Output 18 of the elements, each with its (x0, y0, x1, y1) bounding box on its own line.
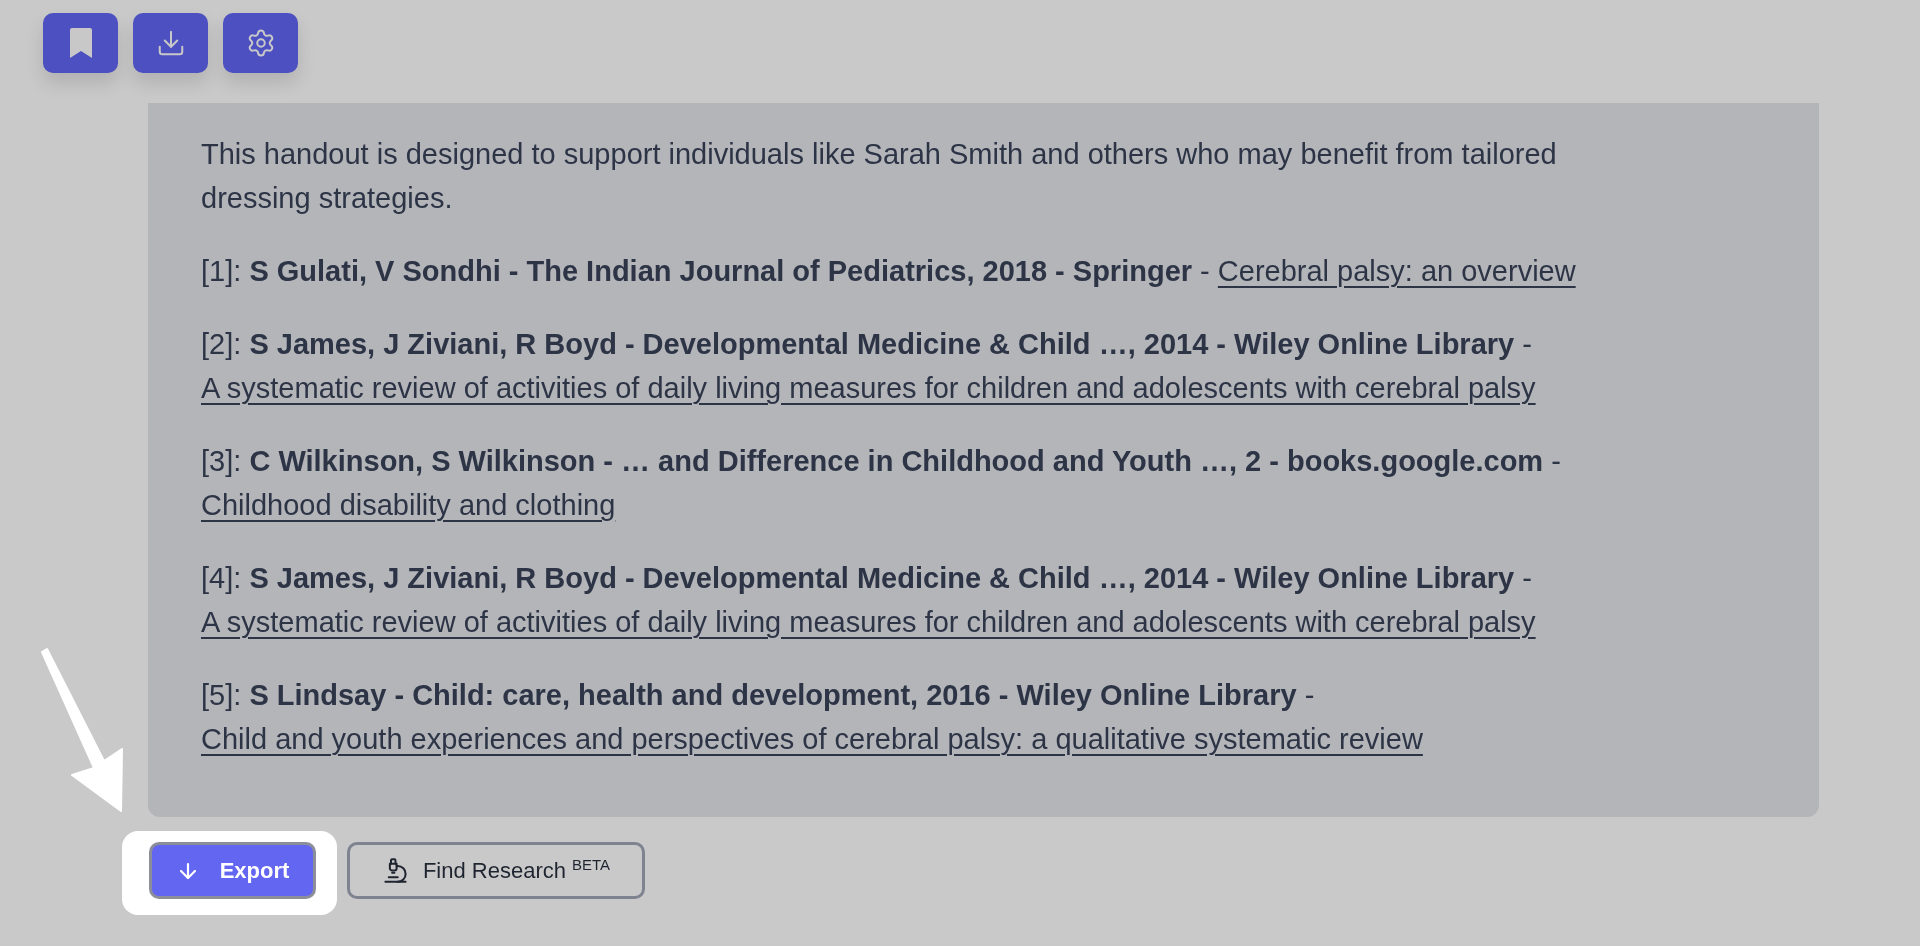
microscope-icon (381, 857, 409, 884)
bookmark-icon (67, 27, 94, 59)
reference-link[interactable]: Child and youth experiences and perspectives of cerebral palsy: a qualitative systematic review (201, 723, 1423, 755)
handout-intro-text: This handout is designed to support individuals like Sarah Smith and others who may benefit from tailored dressing strategies. (201, 137, 1558, 216)
reference-link[interactable]: A systematic review of activities of daily living measures for children and adolescents with cerebral palsy (201, 606, 1536, 638)
reference-link[interactable]: Cerebral palsy: an overview (1217, 255, 1576, 287)
reference-entry: [5]: S Lindsay - Child: care, health and development, 2016 - Wiley Online Library - Child and youth experiences and perspectives of cerebral palsy: a qualitative systematic review (201, 678, 1424, 757)
reference-link[interactable]: A systematic review of activities of daily living measures for children and adolescents with cerebral palsy (201, 372, 1536, 404)
reference-entry: [2]: S James, J Ziviani, R Boyd - Developmental Medicine & Child …, 2014 - Wiley Online Library - A systematic review of activities of daily living measures for children and adolescents with cerebral palsy (201, 327, 1537, 406)
download-button[interactable] (133, 13, 208, 73)
bookmark-button[interactable] (43, 13, 118, 73)
export-button[interactable]: Export (149, 842, 316, 899)
reference-entry: [4]: S James, J Ziviani, R Boyd - Developmental Medicine & Child …, 2014 - Wiley Online Library - A systematic review of activities of daily living measures for children and adolescents with cerebral palsy (201, 561, 1537, 640)
reference-entry: [1]: S Gulati, V Sondhi - The Indian Journal of Pediatrics, 2018 - Springer - Cerebral palsy: an overview (201, 254, 1577, 289)
reference-link[interactable]: Childhood disability and clothing (201, 489, 616, 521)
reference-entry: [3]: C Wilkinson, S Wilkinson - … and Difference in Childhood and Youth …, 2 - books.google.com - Childhood disability and clothing (201, 444, 1562, 523)
settings-button[interactable] (223, 13, 298, 73)
find-research-button[interactable]: Find Research $^{BETA}$ (347, 842, 645, 899)
